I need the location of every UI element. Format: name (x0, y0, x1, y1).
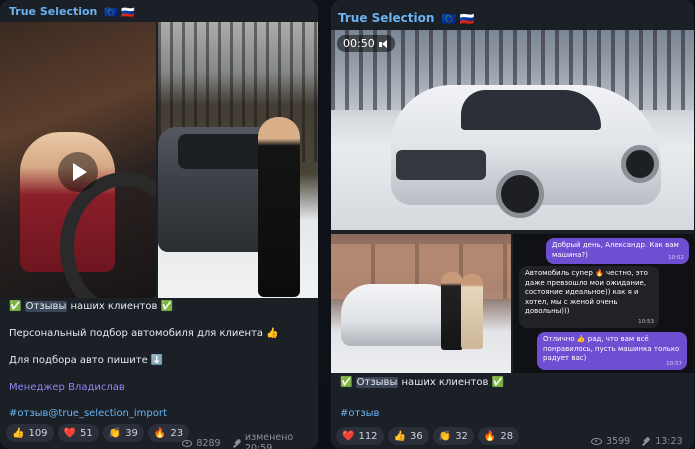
caption-title: ✅ Отзывы наших клиентов ✅ (9, 300, 310, 314)
pin-icon (233, 439, 241, 448)
clap-icon: 👏 (438, 430, 452, 442)
reaction-count: 109 (28, 427, 48, 439)
post-meta: 8289 изменено 20:59 (182, 432, 318, 449)
video-duration[interactable]: 00:50 (337, 35, 395, 52)
chat-bubble-outgoing: Добрый день, Александр. Как вам машина?)… (546, 238, 689, 264)
reaction-count: 32 (455, 430, 468, 442)
pin-icon (642, 437, 651, 446)
eye-icon (591, 438, 602, 445)
chat-bubble-incoming: Автомобиль супер 🔥 честно, это даже прев… (519, 266, 659, 328)
flag-ru-icon: 🇷🇺 (120, 5, 135, 19)
heart-icon: ❤️ (342, 430, 355, 442)
check-icon: ✅ (340, 377, 353, 388)
video-car-wheel (496, 170, 544, 218)
check-icon: ✅ (160, 301, 174, 312)
chat-time: 10:52 (668, 254, 684, 261)
post-meta: 3599 13:23 (591, 436, 683, 447)
video-car[interactable]: 00:50 (331, 30, 694, 230)
reaction-count: 112 (358, 430, 378, 442)
reaction-count: 39 (125, 427, 138, 439)
reaction-heart[interactable]: ❤️ 51 (57, 424, 99, 442)
thumbs-up-icon: 👍 (393, 430, 406, 442)
channel-title[interactable]: True Selection (9, 5, 97, 18)
caption-title: ✅ Отзывы наших клиентов ✅ (340, 376, 686, 390)
reaction-count: 36 (410, 430, 423, 442)
chat-message: Отлично 👍 рад, что вам всё понравилось, … (543, 335, 680, 362)
photo-couple-car[interactable] (331, 234, 511, 373)
photo-suv[interactable] (158, 22, 318, 298)
flag-ru-icon: 🇷🇺 (459, 11, 475, 26)
reaction-clap[interactable]: 👏 39 (102, 424, 144, 442)
reaction-heart[interactable]: ❤️ 112 (336, 427, 384, 445)
channel-name[interactable]: True Selection 🇪🇺 🇷🇺 (338, 11, 475, 26)
reactions-bar: 👍 109 ❤️ 51 👏 39 🔥 23 (6, 424, 190, 442)
chat-time: 10:53 (638, 318, 654, 325)
heart-icon: ❤️ (63, 427, 76, 439)
fire-icon: 🔥 (483, 430, 497, 442)
mute-icon[interactable] (378, 39, 389, 49)
video-car-glass (461, 90, 601, 130)
caption-highlight: Отзывы (355, 377, 399, 388)
caption-line: Персональный подбор автомобиля для клиен… (9, 328, 279, 339)
reaction-fire[interactable]: 🔥 28 (477, 427, 520, 445)
reaction-thumbs-up[interactable]: 👍 36 (387, 427, 429, 445)
flag-eu-icon: 🇪🇺 (441, 11, 457, 26)
chat-message: Добрый день, Александр. Как вам машина?) (552, 241, 679, 259)
chat-time: 10:57 (666, 360, 682, 367)
view-count: 3599 (606, 436, 631, 447)
flag-eu-icon: 🇪🇺 (104, 5, 118, 19)
video-duration-text: 00:50 (343, 37, 375, 50)
reaction-clap[interactable]: 👏 32 (432, 427, 474, 445)
manager-link[interactable]: Менеджер Владислав (9, 381, 310, 395)
fire-icon: 🔥 (153, 427, 167, 439)
post-time: изменено 20:59 (244, 432, 294, 449)
video-car-grille (396, 150, 486, 180)
channel-title[interactable]: True Selection (338, 11, 434, 25)
photo-suv-window (178, 134, 268, 169)
photo-client-man (441, 272, 463, 350)
channel-post[interactable]: True Selection 🇪🇺 🇷🇺 00:50 Добрый день, А… (331, 0, 694, 449)
thumbs-up-icon: 👍 (12, 427, 25, 439)
play-icon[interactable] (58, 152, 98, 192)
check-icon: ✅ (491, 377, 505, 388)
hashtag-link[interactable]: #отзыв@true_selection_import (9, 407, 310, 421)
reaction-thumbs-up[interactable]: 👍 109 (6, 424, 54, 442)
clap-icon: 👏 (108, 427, 122, 439)
reaction-count: 51 (80, 427, 93, 439)
check-icon: ✅ (9, 301, 22, 312)
channel-name[interactable]: True Selection 🇪🇺 🇷🇺 (9, 5, 135, 19)
chat-bubble-outgoing: Отлично 👍 рад, что вам всё понравилось, … (537, 332, 687, 370)
view-count: 8289 (196, 437, 221, 449)
channel-post[interactable]: True Selection 🇪🇺 🇷🇺 ✅ Отзывы наших клиен… (0, 0, 318, 449)
video-thumbnail[interactable] (0, 22, 156, 298)
photo-client-woman (461, 274, 483, 349)
chat-message: Автомобиль супер 🔥 честно, это даже прев… (525, 269, 648, 315)
caption-title-text: наших клиентов (398, 377, 492, 388)
photo-chat-screenshot[interactable]: Добрый день, Александр. Как вам машина?)… (513, 234, 694, 373)
post-time: 13:23 (655, 436, 683, 447)
hashtag-link[interactable]: #отзыв (340, 407, 686, 421)
reactions-bar: ❤️ 112 👍 36 👏 32 🔥 28 (336, 427, 520, 445)
caption-line: Для подбора авто пишите ⬇️ (9, 355, 164, 366)
video-car-wheel (621, 145, 659, 183)
reaction-count: 28 (500, 430, 514, 442)
photo-client (258, 117, 300, 297)
caption-title-text: наших клиентов (67, 301, 161, 312)
caption-highlight: Отзывы (24, 301, 68, 312)
eye-icon (182, 439, 193, 447)
